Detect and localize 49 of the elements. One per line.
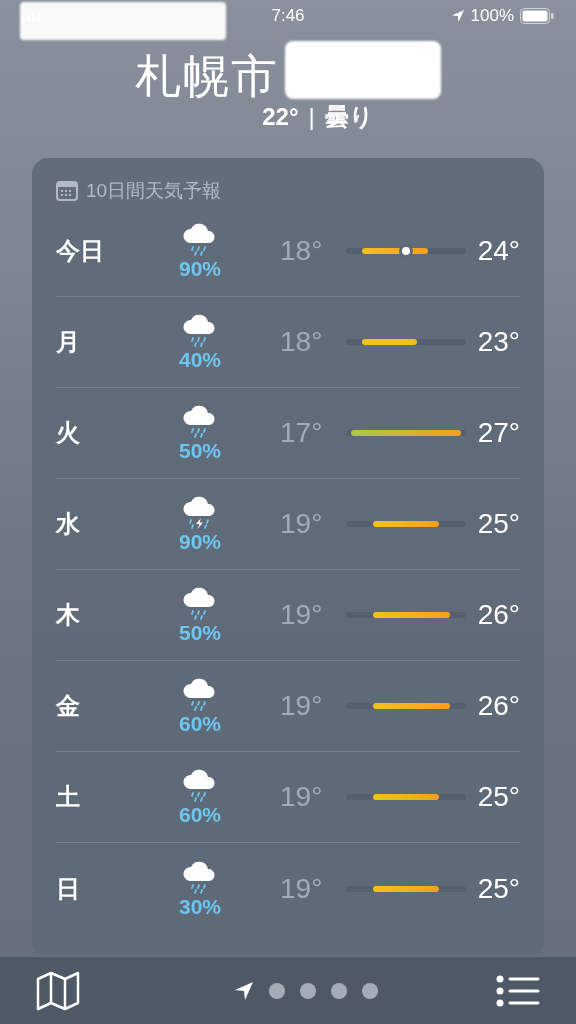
day-label: 火 — [56, 418, 81, 448]
low-temperature: 18° — [280, 325, 324, 359]
low-temperature: 17° — [280, 416, 324, 450]
high-temperature: 23° — [477, 325, 520, 359]
precipitation-chance: 50% — [179, 621, 221, 645]
low-temperature: 19° — [280, 689, 324, 723]
separator-text: | — [308, 102, 315, 132]
low-temperature: 19° — [280, 598, 324, 632]
calendar-icon — [56, 181, 78, 201]
precipitation-chance: 60% — [179, 803, 221, 827]
section-title: 10日間天気予報 — [86, 178, 222, 203]
precipitation-chance: 90% — [179, 257, 221, 281]
precipitation-chance: 50% — [179, 439, 221, 463]
location-arrow-icon — [450, 9, 465, 23]
battery-percentage: 100% — [470, 5, 514, 28]
temperature-range-bar — [373, 794, 439, 800]
status-time: 7:46 — [271, 5, 305, 28]
temperature-range-bar — [373, 885, 439, 892]
battery-icon — [520, 8, 554, 24]
temperature-range-bar — [362, 339, 417, 345]
high-temperature: 24° — [477, 234, 520, 268]
low-temperature: 19° — [280, 780, 324, 814]
low-temperature: 19° — [280, 871, 324, 906]
day-label: 木 — [56, 600, 81, 630]
high-temperature: 25° — [477, 507, 520, 541]
day-label: 土 — [56, 782, 81, 812]
high-temperature: 26° — [477, 689, 520, 723]
map-icon[interactable] — [36, 970, 80, 1011]
high-temperature: 26° — [477, 598, 520, 632]
precipitation-chance: 60% — [179, 712, 221, 736]
city-name: 札幌市 — [135, 50, 279, 102]
day-label: 水 — [56, 509, 81, 539]
high-temperature: 27° — [477, 416, 520, 450]
day-label: 月 — [56, 327, 81, 357]
precipitation-chance: 90% — [179, 530, 221, 554]
high-temperature: 25° — [477, 780, 520, 814]
day-label: 今日 — [56, 236, 105, 266]
location-arrow-icon[interactable] — [234, 980, 254, 1001]
precipitation-chance: 30% — [179, 894, 221, 919]
day-label: 日 — [56, 873, 81, 904]
weather-condition: 曇り — [324, 102, 374, 132]
low-temperature: 19° — [280, 507, 324, 541]
current-temperature: 22° — [262, 102, 299, 132]
low-temperature: 18° — [280, 234, 324, 268]
precipitation-chance: 40% — [179, 348, 221, 372]
temperature-range-bar — [373, 521, 439, 527]
high-temperature: 25° — [477, 871, 520, 906]
list-icon[interactable] — [496, 973, 540, 1008]
day-label: 金 — [56, 691, 81, 721]
